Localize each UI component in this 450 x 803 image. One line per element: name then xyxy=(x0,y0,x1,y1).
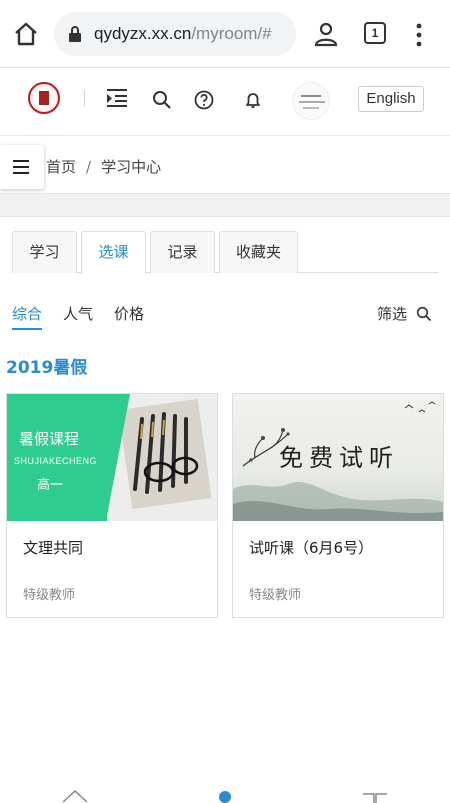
browser-toolbar: qydyzx.xx.cn/myroom/# 1 xyxy=(0,0,450,68)
sort-filter-row: 综合 人气 价格 筛选 xyxy=(0,297,450,331)
help-icon[interactable] xyxy=(194,90,214,110)
course-teacher: 特级教师 xyxy=(23,588,76,603)
section-divider xyxy=(0,193,450,217)
address-bar[interactable]: qydyzx.xx.cn/myroom/# xyxy=(54,12,296,56)
bottom-navigation xyxy=(0,780,450,803)
course-card[interactable]: 暑假课程 SHUJIAKECHENG 高一 文理共同 特级教师 xyxy=(6,393,218,618)
search-icon[interactable] xyxy=(152,90,172,110)
search-icon[interactable] xyxy=(416,306,432,322)
tab-study[interactable]: 学习 xyxy=(12,231,77,273)
course-teacher: 特级教师 xyxy=(249,588,302,603)
green-banner-edge xyxy=(106,394,130,521)
breadcrumb-separator: / xyxy=(86,158,92,176)
user-avatar[interactable] xyxy=(292,82,330,120)
tab-switcher-button[interactable]: 1 xyxy=(364,22,386,44)
more-menu-icon[interactable] xyxy=(411,22,427,48)
url-text: qydyzx.xx.cn/myroom/# xyxy=(94,24,272,44)
header-divider xyxy=(84,90,85,106)
course-thumbnail[interactable]: 暑假课程 SHUJIAKECHENG 高一 xyxy=(7,394,217,521)
site-header: English xyxy=(0,68,450,136)
learning-tabs: 学习 选课 记录 收藏夹 xyxy=(12,231,439,274)
notification-bell-icon[interactable] xyxy=(243,90,263,110)
thumbnail-grade: 高一 xyxy=(37,478,64,493)
sort-price[interactable]: 价格 xyxy=(114,303,144,324)
active-sort-indicator xyxy=(12,328,42,330)
home-icon[interactable] xyxy=(12,20,40,48)
thumbnail-title: 免费试听 xyxy=(279,444,399,472)
account-icon[interactable] xyxy=(312,20,340,48)
breadcrumb: 首页 / 学习中心 xyxy=(46,156,161,177)
tab-favorites[interactable]: 收藏夹 xyxy=(219,231,298,273)
course-thumbnail[interactable]: 免费试听 xyxy=(233,394,443,521)
course-title[interactable]: 文理共同 xyxy=(23,537,83,558)
tab-records[interactable]: 记录 xyxy=(150,231,215,273)
url-path: /myroom/# xyxy=(191,24,272,43)
book-nav-icon[interactable] xyxy=(362,793,388,803)
main-panel: 学习 选课 记录 收藏夹 综合 人气 价格 筛选 2019暑假 暑假课程 SHU… xyxy=(0,217,450,780)
url-host: qydyzx.xx.cn xyxy=(94,24,192,43)
breadcrumb-current: 学习中心 xyxy=(101,158,162,176)
section-title: 2019暑假 xyxy=(6,358,88,378)
breadcrumb-home[interactable]: 首页 xyxy=(46,158,76,176)
collapse-menu-icon[interactable] xyxy=(106,88,128,108)
thumbnail-subtitle: SHUJIAKECHENG xyxy=(14,456,98,466)
tab-course-selection[interactable]: 选课 xyxy=(81,231,146,274)
language-switch-button[interactable]: English xyxy=(358,86,424,112)
sort-overall[interactable]: 综合 xyxy=(12,303,42,324)
school-logo[interactable] xyxy=(28,82,60,114)
course-title[interactable]: 试听课（6月6号） xyxy=(249,537,373,558)
course-card[interactable]: 免费试听 试听课（6月6号） 特级教师 xyxy=(232,393,444,618)
filter-button[interactable]: 筛选 xyxy=(377,303,407,324)
home-nav-icon[interactable] xyxy=(62,790,88,802)
lock-icon xyxy=(69,26,81,42)
thumbnail-title: 暑假课程 xyxy=(19,430,80,448)
active-nav-indicator[interactable] xyxy=(219,791,231,803)
sort-popularity[interactable]: 人气 xyxy=(63,303,93,324)
breadcrumb-bar: 首页 / 学习中心 xyxy=(0,137,450,193)
sidebar-toggle-button[interactable] xyxy=(0,145,44,189)
